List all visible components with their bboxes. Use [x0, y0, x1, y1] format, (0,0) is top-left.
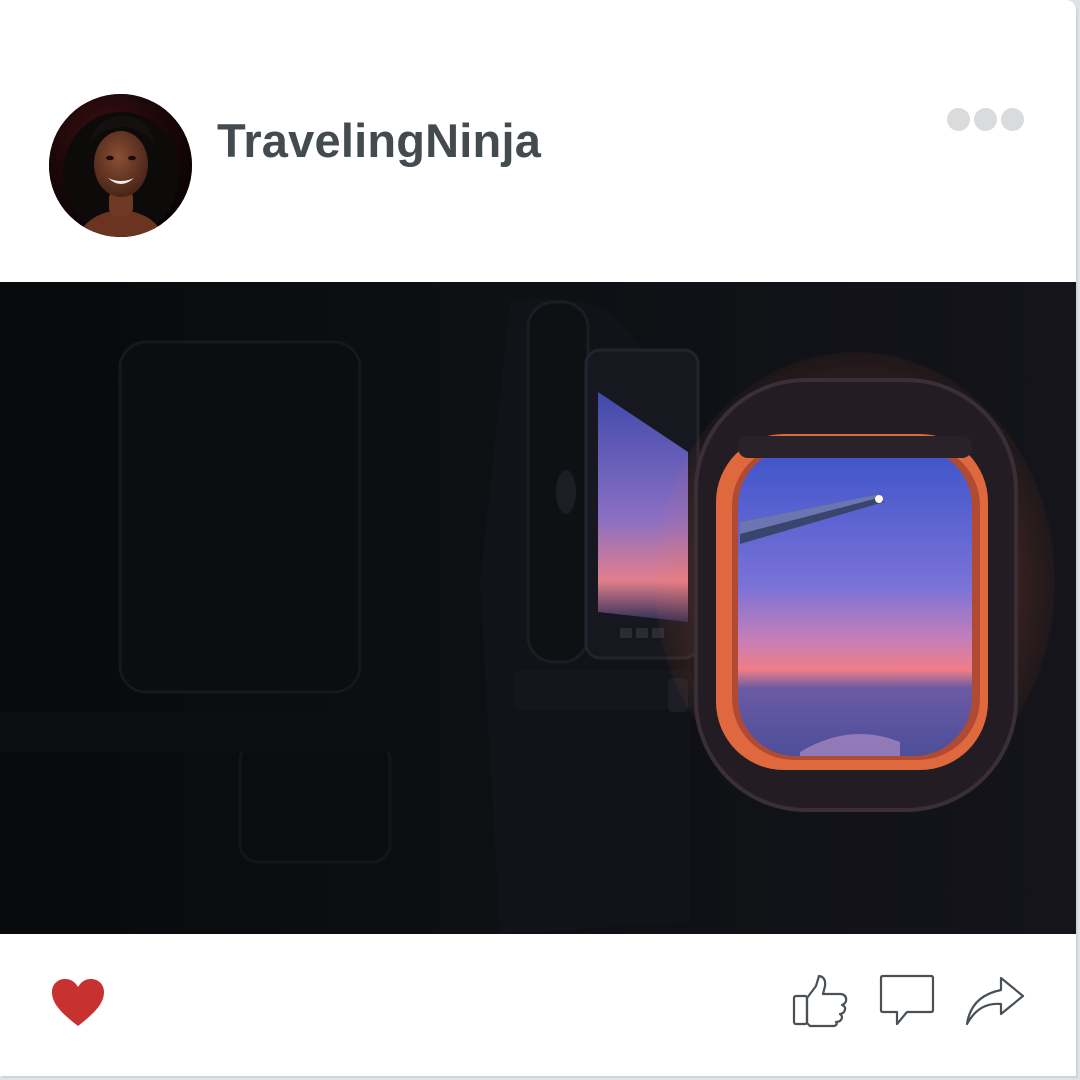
comment-icon[interactable]	[879, 974, 935, 1033]
post-image[interactable]	[0, 282, 1076, 935]
post-header: TravelingNinja	[0, 0, 1076, 282]
more-dot	[1001, 108, 1024, 131]
avatar[interactable]	[49, 94, 192, 237]
profile-photo	[49, 94, 192, 237]
username[interactable]: TravelingNinja	[217, 113, 541, 168]
post-card: TravelingNinja	[0, 0, 1076, 1076]
post-actions	[0, 934, 1076, 1076]
heart-icon[interactable]	[50, 978, 106, 1033]
more-dot	[974, 108, 997, 131]
share-arrow-icon[interactable]	[965, 976, 1025, 1033]
airplane-window-sunset-photo	[0, 282, 1076, 935]
more-options-icon[interactable]	[947, 108, 1024, 131]
thumbs-up-icon[interactable]	[792, 974, 850, 1033]
more-dot	[947, 108, 970, 131]
